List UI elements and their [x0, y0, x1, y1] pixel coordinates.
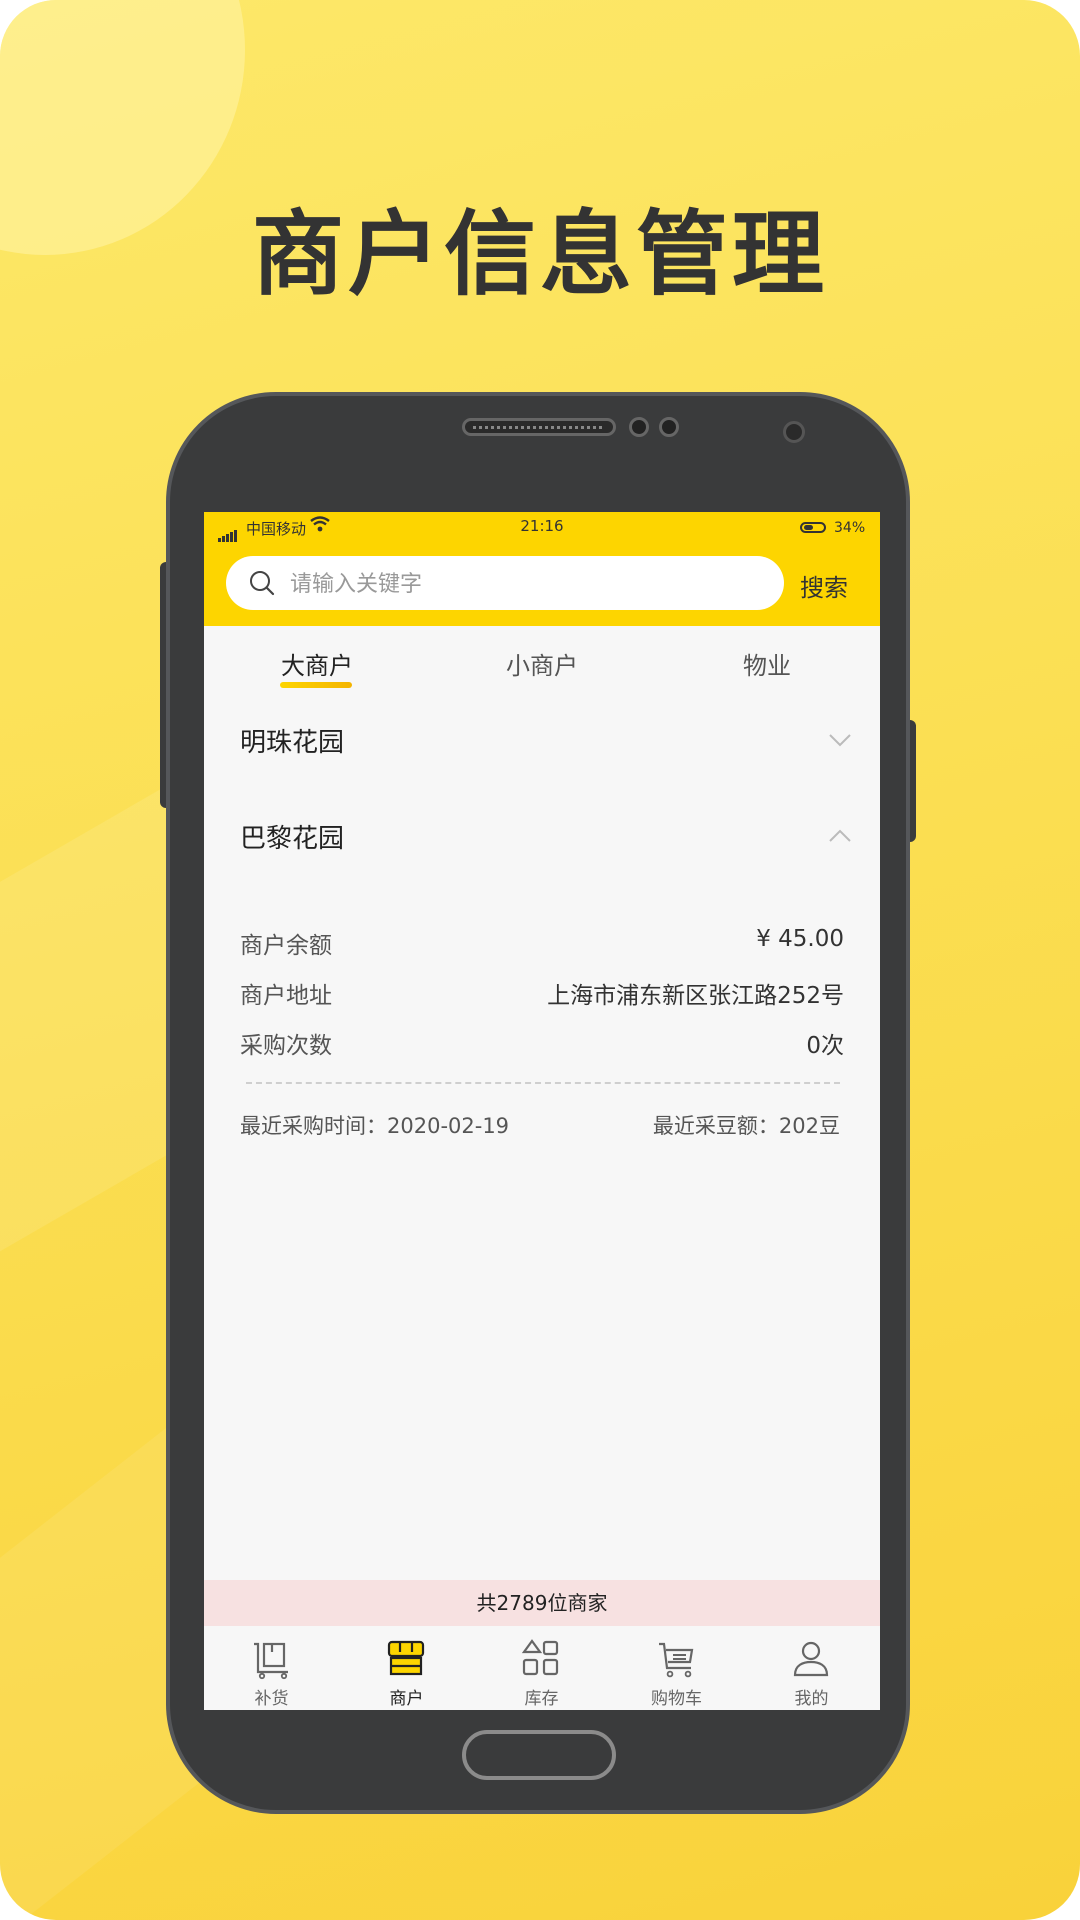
search-icon: [250, 571, 275, 596]
chevron-up-icon: [829, 829, 851, 842]
nav-cart[interactable]: 购物车: [609, 1626, 744, 1710]
search-input[interactable]: [288, 564, 762, 604]
nav-inventory[interactable]: 库存: [474, 1626, 609, 1710]
nav-label: 补货: [254, 1689, 289, 1709]
search-bar[interactable]: [226, 556, 784, 610]
phone-sensor: [659, 417, 679, 437]
balance-value: ¥ 45.00: [756, 926, 844, 952]
store-icon: [387, 1640, 425, 1676]
balance-label: 商户余额: [240, 933, 332, 959]
nav-label: 商户: [389, 1689, 424, 1709]
nav-restock[interactable]: 补货: [204, 1626, 339, 1710]
address-value: 上海市浦东新区张江路252号: [547, 983, 844, 1009]
divider: [246, 1082, 840, 1084]
app-screen: 中国移动 21:16 34% 搜索 大商户 小商户 物业 明珠花园 巴黎花园 商…: [204, 512, 880, 1710]
active-tab-indicator: [280, 682, 352, 688]
group-row-bali[interactable]: 巴黎花园: [204, 804, 880, 864]
purchases-value: 0次: [806, 1033, 844, 1059]
tab-property[interactable]: 物业: [654, 646, 880, 681]
group-row-mingzhu[interactable]: 明珠花园: [204, 708, 880, 768]
tab-large-merchant[interactable]: 大商户: [204, 646, 430, 681]
tab-small-merchant[interactable]: 小商户: [429, 646, 655, 681]
profile-icon: [793, 1641, 829, 1677]
restock-icon: [254, 1642, 288, 1680]
phone-speaker: [462, 418, 616, 436]
nav-label: 库存: [524, 1689, 559, 1709]
battery-level: 34%: [834, 520, 866, 536]
promo-headline: 商户信息管理: [251, 201, 828, 308]
phone-sensor: [629, 417, 649, 437]
purchases-label: 采购次数: [240, 1033, 332, 1059]
front-camera: [783, 421, 805, 443]
address-label: 商户地址: [240, 983, 332, 1009]
home-button[interactable]: [462, 1730, 616, 1780]
cart-icon: [659, 1642, 694, 1678]
search-button[interactable]: 搜索: [800, 568, 848, 603]
nav-label: 购物车: [651, 1689, 702, 1709]
nav-profile[interactable]: 我的: [744, 1626, 879, 1710]
nav-label: 我的: [794, 1689, 829, 1709]
bottom-nav: 补货 商户 库存 购物车 我的: [204, 1626, 880, 1710]
chevron-down-icon: [829, 734, 851, 747]
tab-bar: 大商户 小商户 物业: [204, 626, 880, 698]
header: 中国移动 21:16 34% 搜索: [204, 512, 880, 626]
last-purchase-time: 最近采购时间：2020-02-19: [240, 1114, 510, 1138]
status-bar: 中国移动 21:16 34%: [204, 512, 880, 542]
last-beans-amount: 最近采豆额：202豆: [652, 1114, 840, 1138]
nav-store[interactable]: 商户: [339, 1626, 474, 1710]
status-time: 21:16: [520, 517, 564, 535]
battery-icon: [800, 522, 826, 533]
merchant-total: 共2789位商家: [204, 1580, 880, 1626]
inventory-icon: [521, 1639, 559, 1676]
group-title: 明珠花园: [240, 728, 345, 758]
group-title: 巴黎花园: [240, 824, 345, 854]
